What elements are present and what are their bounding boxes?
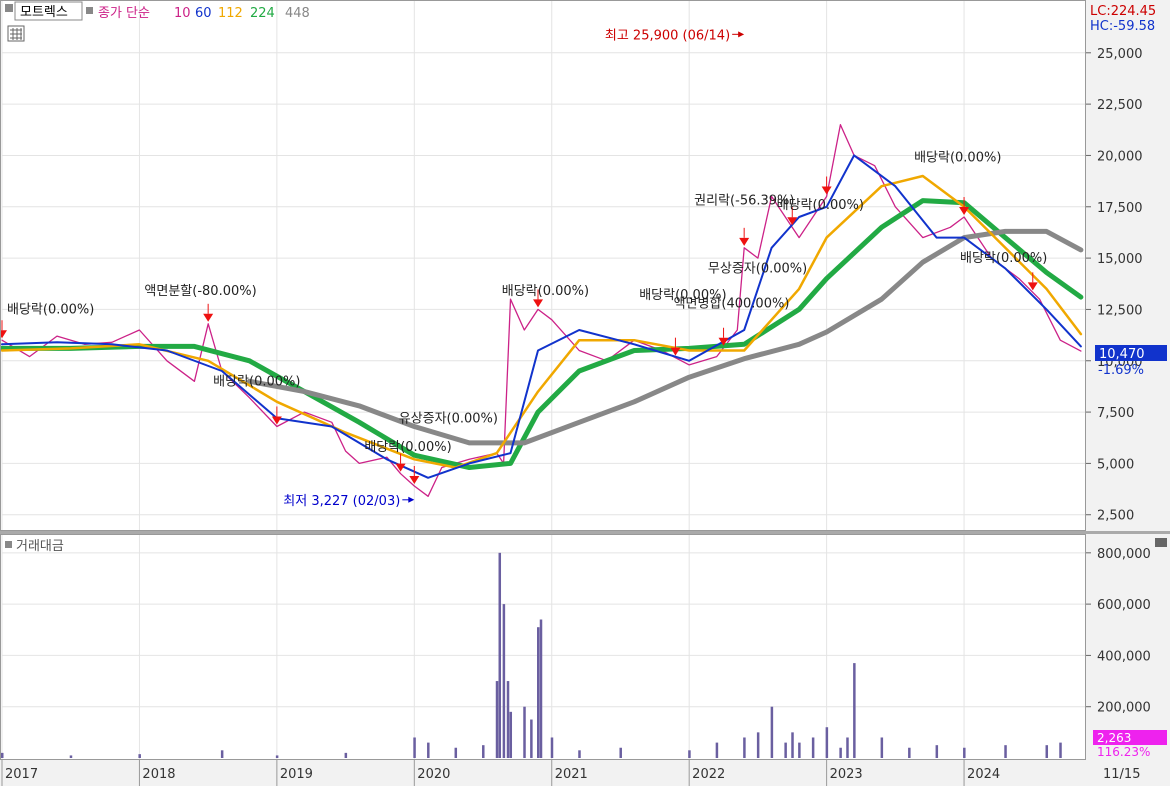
volume-bar [743,737,746,758]
volume-bar [495,681,499,758]
volume-bar [770,706,774,758]
volume-bar [825,727,829,758]
ma-period-60: 60 [195,6,212,21]
extreme-annotation: 최고 25,900 (06/14) [605,28,730,43]
volume-bar [502,604,506,758]
hc-label: HC:-59.58 [1090,19,1155,34]
x-tick-label: 11/15 [1103,767,1140,782]
volume-bar [908,747,911,758]
volume-bar [715,742,719,758]
volume-tick-label: 600,000 [1097,598,1151,613]
chart-canvas[interactable]: 최고 25,900 (06/14) 최저 3,227 (02/03) 배당락(0.0… [0,0,1170,786]
volume-bar [530,719,533,758]
event-annotation: 배당락(0.00%) [213,374,300,389]
ma-period-112: 112 [218,6,243,21]
menu-square-icon[interactable] [5,4,13,12]
event-annotation: 배당락(0.00%) [960,251,1047,266]
volume-badge-change: 116.23% [1097,745,1150,759]
x-tick-label: 2021 [555,767,588,782]
lc-label: LC:224.45 [1090,4,1156,19]
event-annotation: 액면병합(400.00%) [674,296,790,311]
volume-bar [523,706,526,758]
price-tick-label: 22,500 [1097,98,1143,113]
volume-bar [275,755,279,758]
extreme-annotation: 최저 3,227 (02/03) [283,494,400,509]
volume-bar [413,737,416,758]
volume-tick-label: 400,000 [1097,649,1151,664]
x-tick-label: 2024 [967,767,1000,782]
volume-badge-value: 2,263 [1097,731,1131,745]
volume-bar [619,747,622,758]
volume-bar [784,742,787,758]
volume-bar [537,627,540,758]
volume-bar [69,755,73,758]
x-tick-label: 2017 [5,767,38,782]
volume-bar [756,732,760,758]
price-badge-value: 10,470 [1099,347,1145,362]
volume-bar [220,750,224,758]
x-tick-label: 2019 [280,767,313,782]
x-tick-label: 2022 [692,767,725,782]
event-annotation: 배당락(0.00%) [7,303,94,318]
stock-chart-window: 최고 25,900 (06/14) 최저 3,227 (02/03) 배당락(0.0… [0,0,1170,786]
volume-bar [791,732,794,758]
volume-panel-title: 거래대금 [16,539,64,554]
event-annotation: 유상증자(0.00%) [399,411,498,426]
volume-bar [539,619,543,758]
stock-name[interactable]: 모트렉스 [20,5,68,20]
price-tick-label: 20,000 [1097,149,1143,164]
volume-bar [963,747,966,758]
volume-bar [846,737,849,758]
x-tick-label: 2023 [830,767,863,782]
volume-bar [427,742,430,758]
volume-bar [935,745,939,758]
x-tick-label: 2018 [142,767,175,782]
volume-bar [798,742,801,758]
volume-bar [1,752,4,758]
ma-period-448: 448 [285,6,310,21]
volume-bar [853,663,856,758]
volume-bar [688,750,691,758]
event-annotation: 무상증자(0.00%) [708,261,807,276]
price-tick-label: 12,500 [1097,303,1143,318]
volume-bar [482,745,485,758]
price-badge-change: -1.69% [1098,363,1144,378]
volume-bar [839,747,842,758]
volume-bar [344,752,348,758]
volume-tick-label: 200,000 [1097,701,1151,716]
event-annotation: 액면분할(-80.00%) [144,284,256,299]
volume-bar [1059,742,1062,758]
volume-bar [138,754,141,758]
event-annotation: 배당락(0.00%) [502,284,589,299]
ma-period-10: 10 [174,6,191,21]
ma-period-224: 224 [250,6,275,21]
volume-square-icon [5,541,12,548]
event-annotation: 배당락(0.00%) [914,151,1001,166]
indicator-square-icon [86,7,93,14]
price-tick-label: 5,000 [1097,457,1134,472]
volume-bar [509,711,513,758]
volume-bar [550,737,554,758]
volume-bar [454,747,458,758]
event-annotation: 배당락(0.00%) [777,198,864,213]
volume-bar [811,737,815,758]
grid-table-icon-lines [10,28,22,40]
right-axis-area [1086,0,1170,786]
volume-tick-label: 800,000 [1097,547,1151,562]
price-tick-label: 17,500 [1097,201,1143,216]
volume-bar [506,681,510,758]
indicator-label: 종가 단순 [98,6,150,21]
price-tick-label: 25,000 [1097,47,1143,62]
volume-bar [1045,745,1049,758]
volume-bar [1004,745,1007,758]
price-tick-label: 15,000 [1097,252,1143,267]
volume-bar [498,552,502,758]
volume-bar [578,750,581,758]
x-tick-label: 2020 [417,767,450,782]
event-annotation: 배당락(0.00%) [364,440,451,455]
panel-collapse-icon[interactable] [1155,538,1167,547]
volume-bar [880,737,884,758]
price-tick-label: 2,500 [1097,509,1134,524]
price-tick-label: 7,500 [1097,406,1134,421]
